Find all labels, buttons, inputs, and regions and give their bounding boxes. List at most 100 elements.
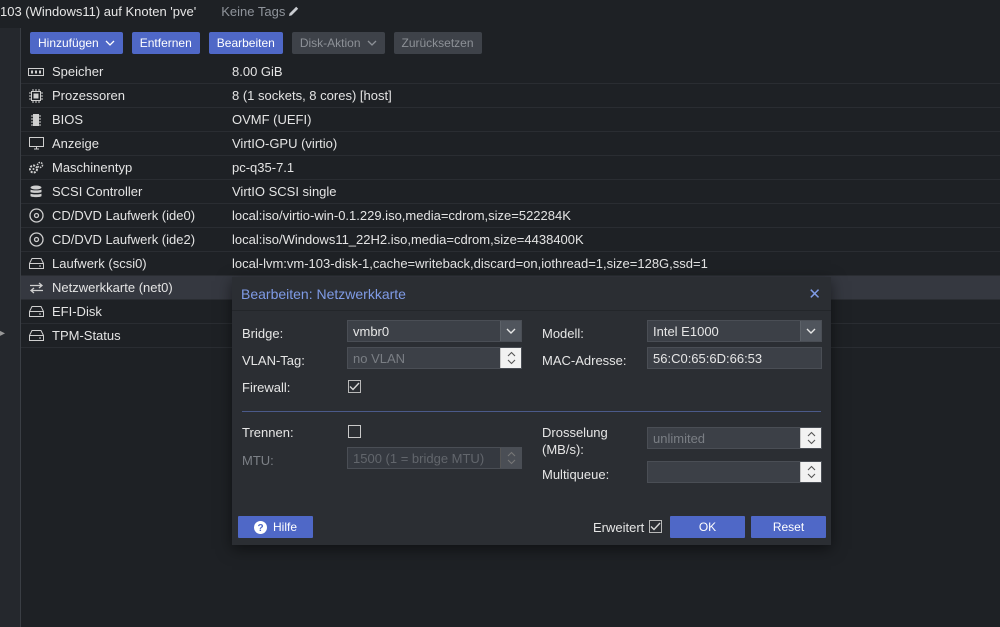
hardware-row-memory[interactable]: Speicher 8.00 GiB <box>21 60 1000 84</box>
hardware-name: CD/DVD Laufwerk (ide2) <box>52 232 196 247</box>
mtu-spinner[interactable] <box>500 448 521 468</box>
add-button-label: Hinzufügen <box>38 36 99 50</box>
hardware-value: 8 (1 sockets, 8 cores) [host] <box>232 88 392 103</box>
multiqueue-input[interactable] <box>647 461 822 483</box>
harddisk-icon <box>25 258 47 269</box>
hardware-row-display[interactable]: Anzeige VirtIO-GPU (virtio) <box>21 132 1000 156</box>
spinner-arrows-icon <box>807 431 815 445</box>
mtu-placeholder: 1500 (1 = bridge MTU) <box>353 450 485 466</box>
cpu-icon <box>25 88 47 103</box>
rate-label-line1: Drosselung <box>542 425 608 440</box>
spinner-arrows-icon <box>507 451 515 465</box>
hardware-value: local-lvm:vm-103-disk-1,cache=writeback,… <box>232 256 708 271</box>
collapse-marker-icon[interactable]: ▸ <box>0 328 5 339</box>
hardware-name: Laufwerk (scsi0) <box>52 256 147 271</box>
cdrom-icon <box>25 232 47 247</box>
model-select[interactable]: Intel E1000 <box>647 320 822 342</box>
revert-button[interactable]: Zurücksetzen <box>393 32 482 54</box>
cdrom-icon <box>25 208 47 223</box>
advanced-label: Erweitert <box>593 520 645 535</box>
vlan-input[interactable]: no VLAN <box>347 347 522 369</box>
pencil-icon[interactable] <box>288 5 300 17</box>
firewall-checkbox[interactable] <box>348 380 361 393</box>
firewall-label: Firewall: <box>242 380 291 395</box>
advanced-separator <box>242 411 821 412</box>
hardware-value: 8.00 GiB <box>232 64 283 79</box>
database-icon <box>25 185 47 199</box>
hardware-name: Anzeige <box>52 136 99 151</box>
hardware-row-scsi-controller[interactable]: SCSI Controller VirtIO SCSI single <box>21 180 1000 204</box>
network-icon <box>25 282 47 294</box>
spinner-arrows-icon <box>807 465 815 479</box>
dialog-titlebar[interactable]: Bearbeiten: Netzwerkkarte ✕ <box>232 277 831 311</box>
spinner-arrows-icon <box>507 351 515 365</box>
page-header: 103 (Windows11) auf Knoten 'pve' Keine T… <box>0 0 1000 22</box>
left-sidebar-strip: ▸ <box>0 28 21 627</box>
checkmark-icon <box>349 382 360 391</box>
add-button[interactable]: Hinzufügen <box>30 32 123 54</box>
hardware-row-cdrom-ide0[interactable]: CD/DVD Laufwerk (ide0) local:iso/virtio-… <box>21 204 1000 228</box>
hardware-name: EFI-Disk <box>52 304 102 319</box>
mac-label: MAC-Adresse: <box>542 353 627 368</box>
rate-input[interactable]: unlimited <box>647 427 822 449</box>
hardware-row-bios[interactable]: BIOS OVMF (UEFI) <box>21 108 1000 132</box>
close-icon[interactable]: ✕ <box>808 285 821 303</box>
hardware-toolbar: Hinzufügen Entfernen Bearbeiten Disk-Akt… <box>30 32 482 54</box>
advanced-checkbox[interactable] <box>649 520 662 533</box>
mac-value: 56:C0:65:6D:66:53 <box>653 350 763 366</box>
hardware-name: Netzwerkkarte (net0) <box>52 280 173 295</box>
monitor-icon <box>25 137 47 150</box>
tags-label: Keine Tags <box>221 3 286 19</box>
tags-area[interactable]: Keine Tags <box>221 4 300 19</box>
multiqueue-label: Multiqueue: <box>542 467 610 482</box>
vlan-label: VLAN-Tag: <box>242 353 305 368</box>
rate-spinner[interactable] <box>800 428 821 448</box>
hardware-value: local:iso/Windows11_22H2.iso,media=cdrom… <box>232 232 584 247</box>
disk-action-button[interactable]: Disk-Aktion <box>291 32 385 54</box>
hardware-row-disk-scsi0[interactable]: Laufwerk (scsi0) local-lvm:vm-103-disk-1… <box>21 252 1000 276</box>
model-label: Modell: <box>542 326 584 341</box>
hardware-row-machine-type[interactable]: Maschinentyp pc-q35-7.1 <box>21 156 1000 180</box>
help-button[interactable]: ? Hilfe <box>238 516 313 538</box>
hardware-row-cdrom-ide2[interactable]: CD/DVD Laufwerk (ide2) local:iso/Windows… <box>21 228 1000 252</box>
ok-button[interactable]: OK <box>670 516 745 538</box>
hardware-name: SCSI Controller <box>52 184 143 199</box>
harddisk-icon <box>25 306 47 317</box>
help-label: Hilfe <box>272 520 297 534</box>
hardware-name: TPM-Status <box>52 328 121 343</box>
hardware-row-processors[interactable]: Prozessoren 8 (1 sockets, 8 cores) [host… <box>21 84 1000 108</box>
hardware-value: OVMF (UEFI) <box>232 112 312 127</box>
disconnect-label: Trennen: <box>242 425 294 440</box>
hardware-value: VirtIO SCSI single <box>232 184 337 199</box>
edit-button[interactable]: Bearbeiten <box>208 32 283 54</box>
hardware-name: CD/DVD Laufwerk (ide0) <box>52 208 196 223</box>
gears-icon <box>25 161 47 175</box>
model-value: Intel E1000 <box>653 323 719 339</box>
hardware-value: pc-q35-7.1 <box>232 160 295 175</box>
vlan-spinner[interactable] <box>500 348 521 368</box>
svg-text:?: ? <box>257 523 263 534</box>
memory-icon <box>25 67 47 77</box>
rate-label: Drosselung (MB/s): <box>542 424 608 458</box>
remove-button[interactable]: Entfernen <box>131 32 200 54</box>
bridge-label: Bridge: <box>242 326 284 341</box>
chevron-down-icon[interactable] <box>500 321 521 341</box>
hardware-value: VirtIO-GPU (virtio) <box>232 136 338 151</box>
mtu-input[interactable]: 1500 (1 = bridge MTU) <box>347 447 522 469</box>
hardware-name: Prozessoren <box>52 88 125 103</box>
page-title: 103 (Windows11) auf Knoten 'pve' <box>0 3 197 19</box>
mtu-label: MTU: <box>242 453 274 468</box>
hardware-value: local:iso/virtio-win-0.1.229.iso,media=c… <box>232 208 571 223</box>
harddisk-icon <box>25 330 47 341</box>
question-circle-icon: ? <box>253 520 267 534</box>
reset-button[interactable]: Reset <box>751 516 826 538</box>
bridge-select[interactable]: vmbr0 <box>347 320 522 342</box>
multiqueue-spinner[interactable] <box>800 462 821 482</box>
mac-input[interactable]: 56:C0:65:6D:66:53 <box>647 347 822 369</box>
disconnect-checkbox[interactable] <box>348 425 361 438</box>
chevron-down-icon[interactable] <box>800 321 821 341</box>
dialog-title: Bearbeiten: Netzwerkkarte <box>241 285 406 302</box>
chevron-down-icon <box>105 40 115 46</box>
hardware-name: Speicher <box>52 64 104 79</box>
checkmark-icon <box>650 522 661 531</box>
